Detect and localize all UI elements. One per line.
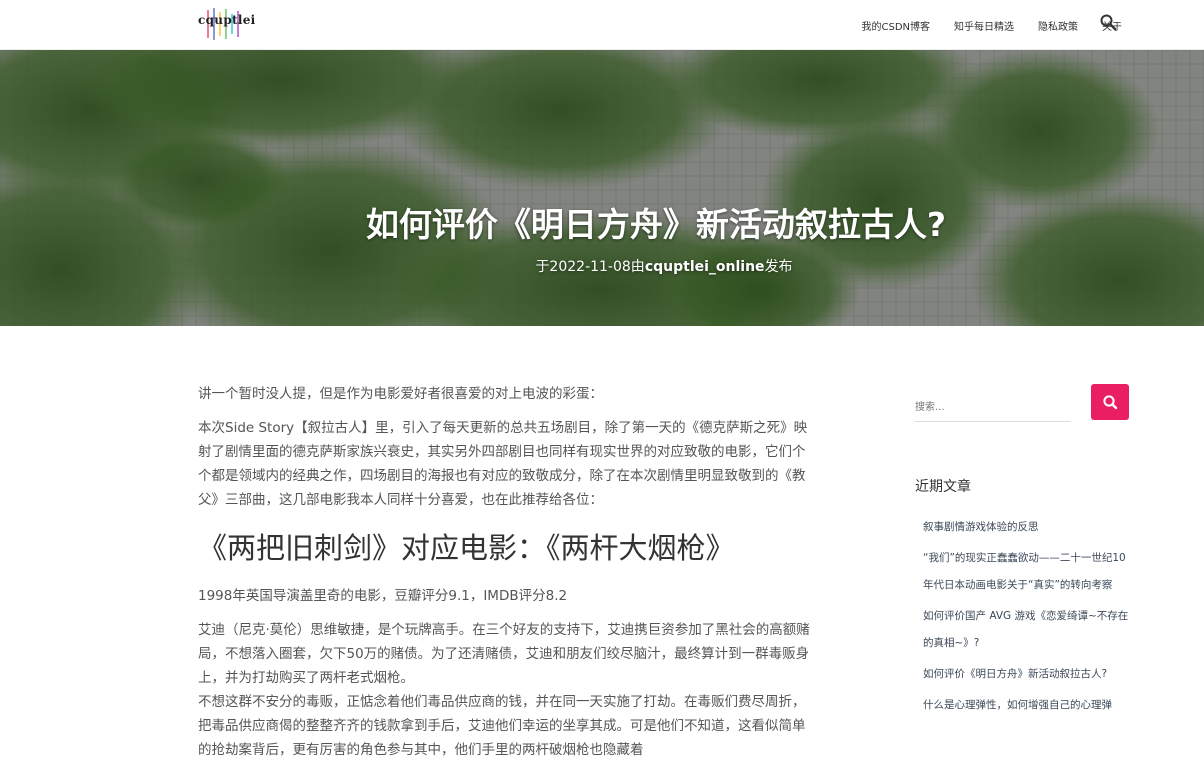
article-paragraph-intro: 讲一个暂时没人提，但是作为电影爱好者很喜爱的对上电波的彩蛋： bbox=[198, 386, 603, 402]
sidebar: 近期文章 叙事剧情游戏体验的反思 “我们”的现实正蠢蠢欲动——二十一世纪10 年… bbox=[915, 384, 1131, 723]
recent-post-link[interactable]: 叙事剧情游戏体验的反思 bbox=[915, 514, 1131, 541]
recent-post-link[interactable]: 如何评价国产 AVG 游戏《恋爱绮谭~不存在的真相~》? bbox=[915, 603, 1131, 657]
article-paragraph-plot-2: 不想这群不安分的毒贩，正惦念着他们毒品供应商的钱，并在同一天实施了打劫。在毒贩们… bbox=[198, 694, 806, 758]
post-title: 如何评价《明日方舟》新活动叙拉古人? bbox=[365, 205, 947, 244]
article-paragraph-side-story: 本次Side Story【叙拉古人】里，引入了每天更新的总共五场剧目，除了第一天… bbox=[198, 420, 808, 508]
search-icon bbox=[1103, 395, 1118, 410]
post-meta-suffix: 发布 bbox=[764, 259, 793, 275]
ivy-wall-background-image bbox=[0, 50, 1204, 326]
nav-privacy-policy[interactable]: 隐私政策 bbox=[1038, 18, 1078, 33]
post-meta: 于2022-11-08由cquptlei_online发布 bbox=[0, 256, 1204, 276]
main-nav: 我的CSDN博客 知乎每日精选 隐私政策 关于 bbox=[837, 0, 1122, 50]
recent-post-link[interactable]: 什么是心理弹性，如何增强自己的心理弹 bbox=[915, 692, 1131, 719]
post-author-link[interactable]: cquptlei_online bbox=[645, 259, 765, 275]
recent-posts-title: 近期文章 bbox=[915, 479, 971, 495]
post-meta-date: 于2022-11-08由 bbox=[535, 259, 645, 275]
recent-posts-list: 叙事剧情游戏体验的反思 “我们”的现实正蠢蠢欲动——二十一世纪10 年代日本动画… bbox=[915, 514, 1131, 719]
hero-banner: 如何评价《明日方舟》新活动叙拉古人? 于2022-11-08由cquptlei_… bbox=[0, 50, 1204, 326]
site-logo[interactable]: cquptlei bbox=[198, 6, 258, 42]
article-heading: 《两把旧刺剑》对应电影：《两杆大烟枪》 bbox=[198, 531, 735, 565]
recent-post-link[interactable]: 如何评价《明日方舟》新活动叙拉古人? bbox=[915, 661, 1131, 688]
search-icon[interactable] bbox=[1099, 13, 1117, 31]
site-header: cquptlei 我的CSDN博客 知乎每日精选 隐私政策 关于 bbox=[0, 0, 1204, 50]
sidebar-search bbox=[915, 384, 1131, 424]
logo-text: cquptlei bbox=[198, 13, 256, 27]
sidebar-search-button[interactable] bbox=[1091, 384, 1129, 420]
recent-post-link[interactable]: “我们”的现实正蠢蠢欲动——二十一世纪10 年代日本动画电影关于“真实”的转向考… bbox=[915, 545, 1131, 599]
article-content: 讲一个暂时没人提，但是作为电影爱好者很喜爱的对上电波的彩蛋： 本次Side St… bbox=[198, 382, 812, 771]
article-paragraph-movie-info: 1998年英国导演盖里奇的电影，豆瓣评分9.1，IMDB评分8.2 bbox=[198, 588, 568, 604]
article-paragraph-plot-1: 艾迪（尼克·莫伦）思维敏捷，是个玩牌高手。在三个好友的支持下，艾迪携巨资参加了黑… bbox=[198, 622, 810, 686]
nav-zhihu-daily[interactable]: 知乎每日精选 bbox=[954, 18, 1014, 33]
sidebar-search-input[interactable] bbox=[915, 394, 1071, 422]
nav-csdn-blog[interactable]: 我的CSDN博客 bbox=[861, 18, 930, 33]
